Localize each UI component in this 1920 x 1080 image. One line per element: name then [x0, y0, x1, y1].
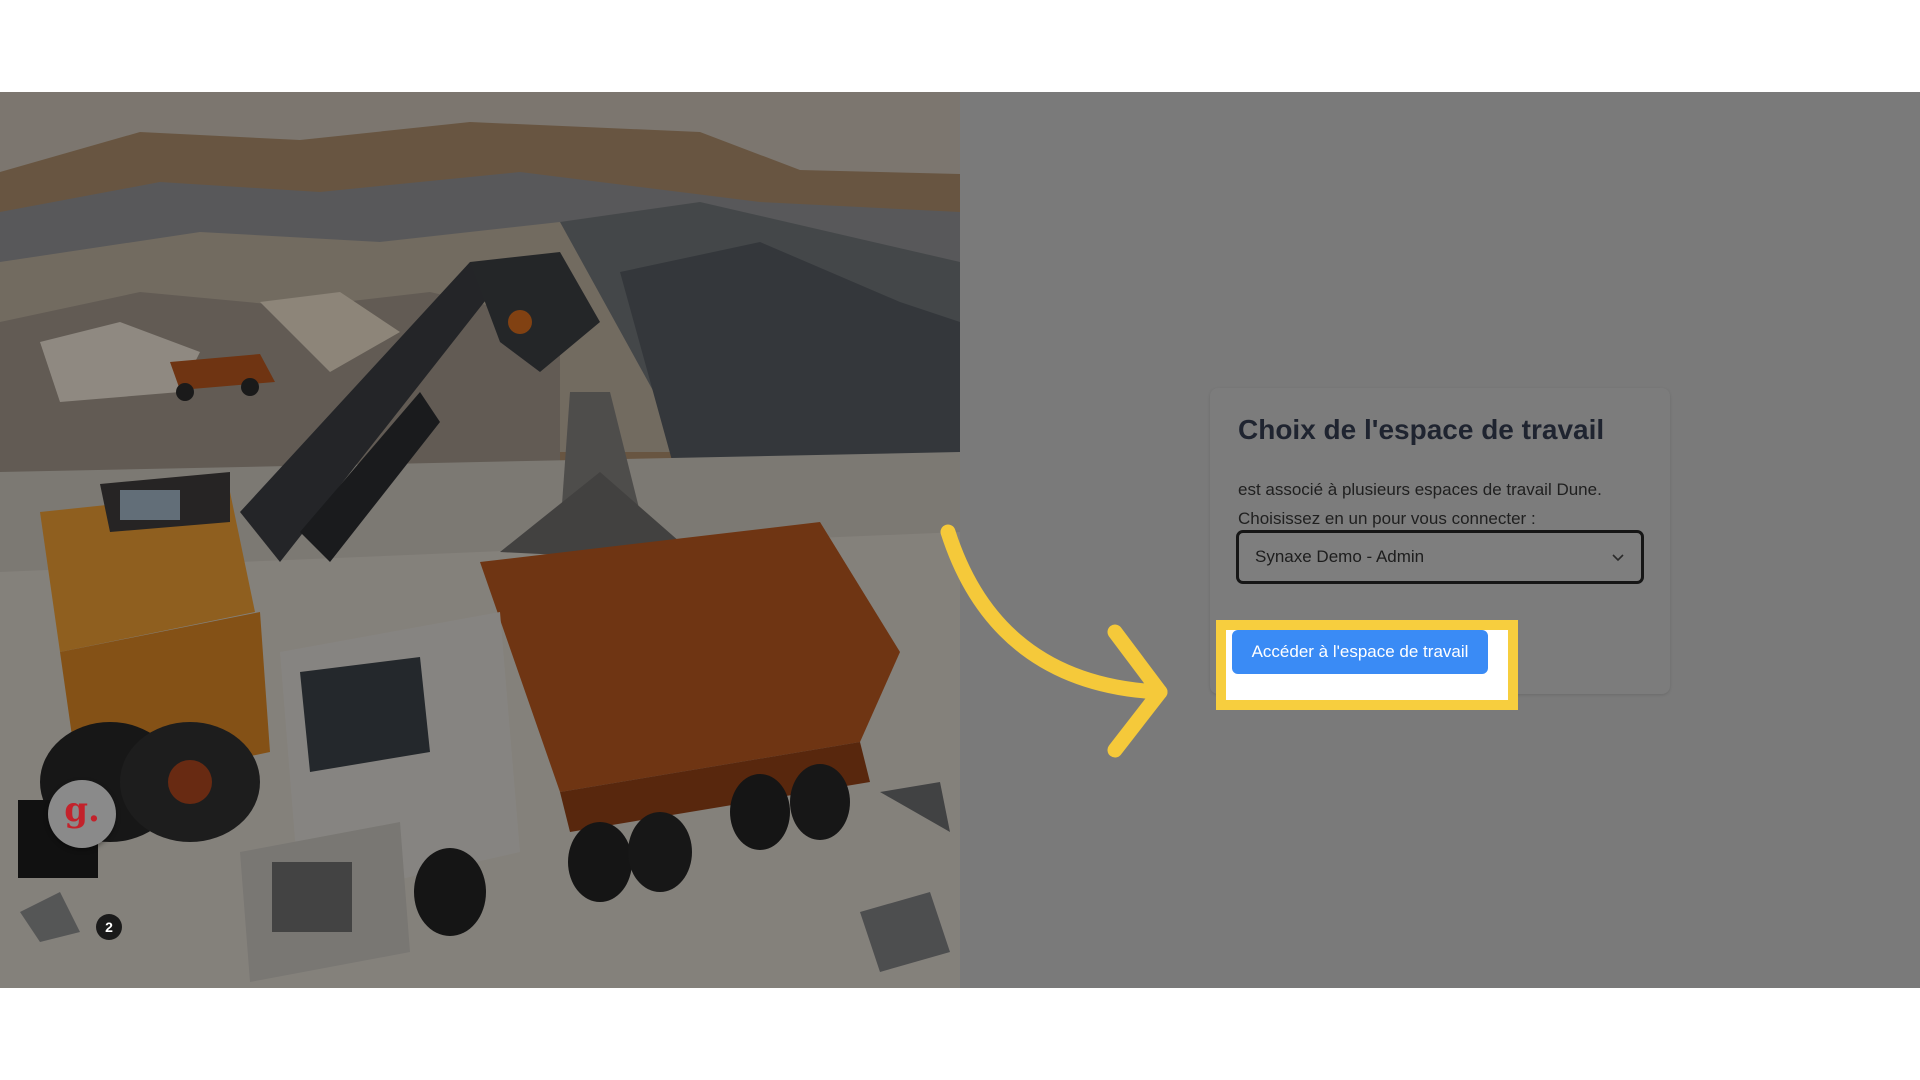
workspace-select[interactable]: Synaxe Demo - Admin: [1236, 530, 1644, 584]
guide-widget-button[interactable]: g.: [48, 780, 116, 848]
workspace-description: est associé à plusieurs espaces de trava…: [1238, 480, 1602, 499]
access-workspace-button[interactable]: Accéder à l'espace de travail: [1232, 630, 1488, 674]
mining-illustration: [0, 92, 960, 988]
arrow-right-icon: [940, 524, 1168, 758]
workspace-instruction: Choisissez en un pour vous connecter :: [1238, 509, 1536, 528]
page-title: Choix de l'espace de travail: [1238, 414, 1605, 445]
workspace-select-value: Synaxe Demo - Admin: [1255, 547, 1425, 566]
workspace-selection-card: Choix de l'espace de travail est associé…: [1210, 388, 1670, 710]
notification-badge: 2: [96, 914, 122, 940]
mining-scene-image: [0, 92, 960, 988]
page-overlay: Choix de l'espace de travail est associé…: [0, 92, 1920, 988]
guide-logo-icon: g.: [64, 790, 100, 830]
chevron-down-icon: [1612, 554, 1624, 562]
